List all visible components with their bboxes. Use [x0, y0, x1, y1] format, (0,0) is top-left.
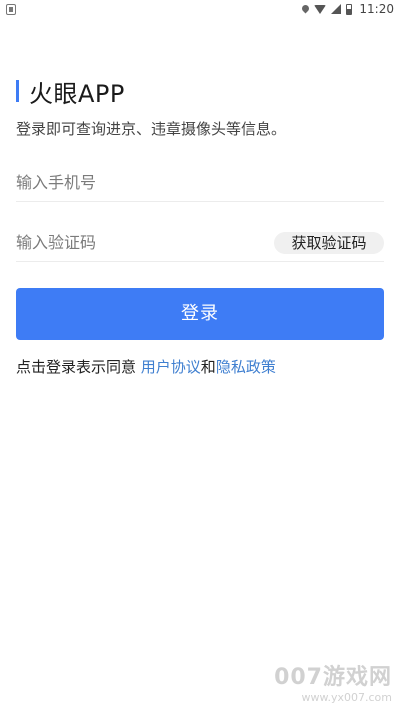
notification-icon	[6, 4, 16, 15]
code-field-row: 获取验证码	[16, 226, 384, 262]
phone-field-row	[16, 166, 384, 202]
get-code-button[interactable]: 获取验证码	[274, 232, 384, 254]
page-header: 火眼APP	[16, 76, 125, 108]
status-time: 11:20	[359, 2, 394, 16]
page-subtitle: 登录即可查询进京、违章摄像头等信息。	[16, 120, 287, 138]
page-title: 火眼APP	[29, 79, 125, 108]
agreement-conjunction: 和	[200, 358, 216, 376]
watermark: 007游戏网 www.yx007.com	[274, 659, 392, 704]
phone-input[interactable]	[16, 166, 256, 198]
agreement-text: 点击登录表示同意 用户协议和隐私政策	[16, 356, 276, 377]
location-icon	[300, 3, 311, 13]
login-button[interactable]: 登录	[16, 288, 384, 340]
watermark-main: 007游戏网	[274, 665, 392, 690]
privacy-policy-link[interactable]: 隐私政策	[216, 358, 276, 376]
verification-code-input[interactable]	[16, 226, 256, 258]
user-agreement-link[interactable]: 用户协议	[141, 358, 201, 376]
status-bar: 11:20	[0, 0, 400, 20]
title-accent-bar	[16, 80, 19, 102]
status-icons: 11:20	[300, 2, 394, 16]
wifi-icon	[314, 4, 327, 14]
battery-icon	[346, 3, 353, 15]
agreement-prefix: 点击登录表示同意	[16, 358, 141, 376]
signal-icon	[331, 4, 342, 14]
watermark-url: www.yx007.com	[301, 691, 392, 704]
